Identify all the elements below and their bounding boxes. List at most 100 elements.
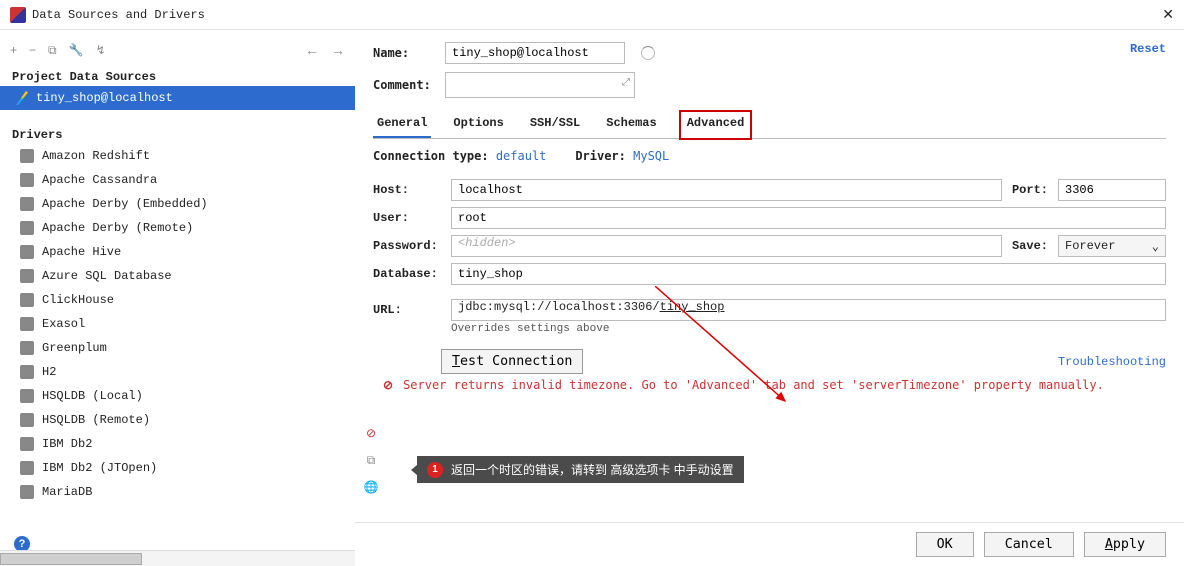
- test-connection-button[interactable]: Test Connection: [441, 349, 583, 374]
- horizontal-scrollbar[interactable]: [0, 550, 355, 566]
- driver-item[interactable]: Azure SQL Database: [0, 264, 355, 288]
- driver-icon: [20, 437, 34, 451]
- driver-item[interactable]: MariaDB: [0, 480, 355, 504]
- side-icons: ⊘ ⧉ 🌐: [363, 425, 379, 495]
- tab-ssh-ssl[interactable]: SSH/SSL: [526, 110, 584, 138]
- driver-item[interactable]: Greenplum: [0, 336, 355, 360]
- driver-item[interactable]: IBM Db2: [0, 432, 355, 456]
- tab-schemas[interactable]: Schemas: [602, 110, 660, 138]
- tooltip-text: 返回一个时区的错误，请转到 高级选项卡 中手动设置: [451, 461, 734, 478]
- connection-info: Connection type: default Driver: MySQL: [373, 145, 1166, 173]
- driver-label: Apache Cassandra: [42, 173, 157, 187]
- driver-icon: [20, 341, 34, 355]
- tab-bar: General Options SSH/SSL Schemas Advanced: [373, 110, 1166, 139]
- driver-label: MariaDB: [42, 485, 92, 499]
- password-input[interactable]: <hidden>: [451, 235, 1002, 257]
- password-label: Password:: [373, 239, 441, 253]
- add-icon[interactable]: +: [10, 43, 17, 57]
- driver-icon: [20, 317, 34, 331]
- copy-icon[interactable]: ⧉: [363, 452, 379, 468]
- tab-advanced[interactable]: Advanced: [679, 110, 753, 140]
- driver-item[interactable]: Apache Derby (Embedded): [0, 192, 355, 216]
- driver-label: HSQLDB (Local): [42, 389, 143, 403]
- driver-icon: [20, 413, 34, 427]
- comment-label: Comment:: [373, 78, 435, 92]
- driver-label: Greenplum: [42, 341, 107, 355]
- tab-options[interactable]: Options: [449, 110, 507, 138]
- port-input[interactable]: [1058, 179, 1166, 201]
- tab-general[interactable]: General: [373, 110, 431, 138]
- driver-item[interactable]: HSQLDB (Remote): [0, 408, 355, 432]
- port-label: Port:: [1012, 183, 1048, 197]
- driver-label: Azure SQL Database: [42, 269, 172, 283]
- driver-icon: [20, 221, 34, 235]
- driver-icon: [20, 389, 34, 403]
- driver-item[interactable]: ClickHouse: [0, 288, 355, 312]
- driver-item[interactable]: Apache Derby (Remote): [0, 216, 355, 240]
- name-input[interactable]: [445, 42, 625, 64]
- driver-label: Apache Derby (Embedded): [42, 197, 208, 211]
- forward-icon[interactable]: →: [331, 42, 345, 58]
- dialog-footer: OK Cancel Apply: [355, 522, 1184, 566]
- driver-icon: [20, 197, 34, 211]
- host-label: Host:: [373, 183, 441, 197]
- remove-icon[interactable]: −: [29, 43, 36, 57]
- user-label: User:: [373, 211, 441, 225]
- host-input[interactable]: [451, 179, 1002, 201]
- loading-icon: [641, 46, 655, 60]
- back-icon[interactable]: ←: [305, 42, 319, 58]
- left-toolbar: + − ⧉ 🔧 ↯ ← →: [0, 34, 355, 66]
- driver-item[interactable]: Apache Hive: [0, 240, 355, 264]
- driver-label: H2: [42, 365, 56, 379]
- driver-item[interactable]: Apache Cassandra: [0, 168, 355, 192]
- driver-label: Apache Hive: [42, 245, 121, 259]
- data-source-item[interactable]: tiny_shop@localhost: [0, 86, 355, 110]
- app-icon: [10, 7, 26, 23]
- database-input[interactable]: [451, 263, 1166, 285]
- globe-icon[interactable]: 🌐: [363, 479, 379, 495]
- driver-icon: [20, 269, 34, 283]
- reset-link[interactable]: Reset: [1130, 42, 1166, 56]
- driver-icon: [20, 149, 34, 163]
- right-pane: Reset Name: Comment: ⤢ GeneralOptionsSSH…: [355, 30, 1184, 566]
- user-input[interactable]: [451, 207, 1166, 229]
- comment-input[interactable]: ⤢: [445, 72, 635, 98]
- driver-label: IBM Db2 (JTOpen): [42, 461, 157, 475]
- connection-type-link[interactable]: default: [496, 149, 547, 163]
- badge-1: 1: [427, 462, 443, 478]
- section-drivers: Drivers: [0, 124, 355, 144]
- driver-icon: [20, 485, 34, 499]
- expand-icon[interactable]: ⤢: [622, 77, 630, 89]
- driver-icon: [20, 293, 34, 307]
- ok-button[interactable]: OK: [916, 532, 974, 557]
- driver-icon: [20, 245, 34, 259]
- driver-item[interactable]: IBM Db2 (JTOpen): [0, 456, 355, 480]
- driver-label: Amazon Redshift: [42, 149, 150, 163]
- driver-item[interactable]: H2: [0, 360, 355, 384]
- save-label: Save:: [1012, 239, 1048, 253]
- driver-label: Apache Derby (Remote): [42, 221, 193, 235]
- url-input[interactable]: jdbc:mysql://localhost:3306/tiny_shop: [451, 299, 1166, 321]
- alert-icon: ⊘: [363, 425, 379, 441]
- driver-link[interactable]: MySQL: [633, 149, 669, 163]
- window-title: Data Sources and Drivers: [32, 8, 205, 22]
- database-label: Database:: [373, 267, 441, 281]
- apply-button[interactable]: Apply: [1084, 532, 1166, 557]
- driver-label: Exasol: [42, 317, 85, 331]
- driver-icon: [20, 365, 34, 379]
- url-label: URL:: [373, 303, 441, 317]
- save-select[interactable]: Forever⌄: [1058, 235, 1166, 257]
- url-note: Overrides settings above: [373, 323, 1166, 335]
- driver-item[interactable]: Amazon Redshift: [0, 144, 355, 168]
- driver-label: IBM Db2: [42, 437, 92, 451]
- cancel-button[interactable]: Cancel: [984, 532, 1074, 557]
- copy-icon[interactable]: ⧉: [48, 43, 57, 58]
- troubleshooting-link[interactable]: Troubleshooting: [1058, 355, 1166, 369]
- settings-icon[interactable]: 🔧: [69, 43, 84, 57]
- revert-icon[interactable]: ↯: [96, 43, 106, 57]
- driver-item[interactable]: HSQLDB (Local): [0, 384, 355, 408]
- driver-label: HSQLDB (Remote): [42, 413, 150, 427]
- data-source-label: tiny_shop@localhost: [36, 91, 173, 105]
- close-icon[interactable]: ✕: [1162, 6, 1174, 23]
- driver-item[interactable]: Exasol: [0, 312, 355, 336]
